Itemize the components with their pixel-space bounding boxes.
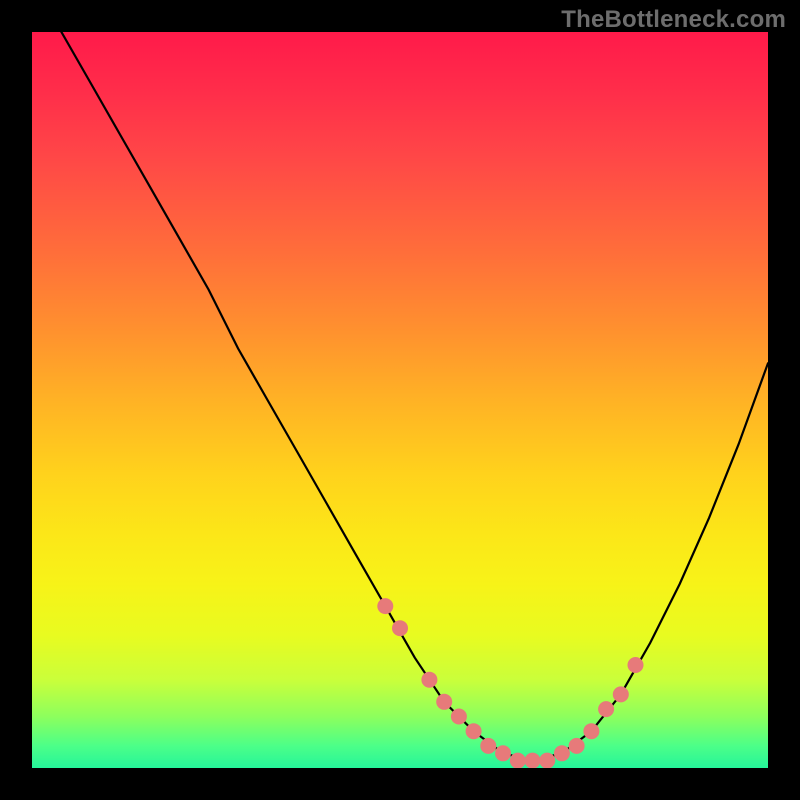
highlight-dot (554, 745, 570, 761)
highlight-dot (613, 686, 629, 702)
plot-area (32, 32, 768, 768)
highlight-dot (569, 738, 585, 754)
chart-svg (32, 32, 768, 768)
highlight-dot (525, 753, 541, 768)
watermark-text: TheBottleneck.com (561, 6, 786, 34)
highlight-dot (598, 701, 614, 717)
highlight-dots (377, 598, 643, 768)
highlight-dot (628, 657, 644, 673)
highlight-dot (436, 694, 452, 710)
highlight-dot (392, 620, 408, 636)
highlight-dot (377, 598, 393, 614)
highlight-dot (495, 745, 511, 761)
chart-frame: TheBottleneck.com (0, 0, 800, 800)
highlight-dot (466, 723, 482, 739)
bottleneck-curve (61, 32, 768, 761)
highlight-dot (451, 709, 467, 725)
highlight-dot (583, 723, 599, 739)
highlight-dot (539, 753, 555, 768)
highlight-dot (510, 753, 526, 768)
highlight-dot (421, 672, 437, 688)
highlight-dot (480, 738, 496, 754)
